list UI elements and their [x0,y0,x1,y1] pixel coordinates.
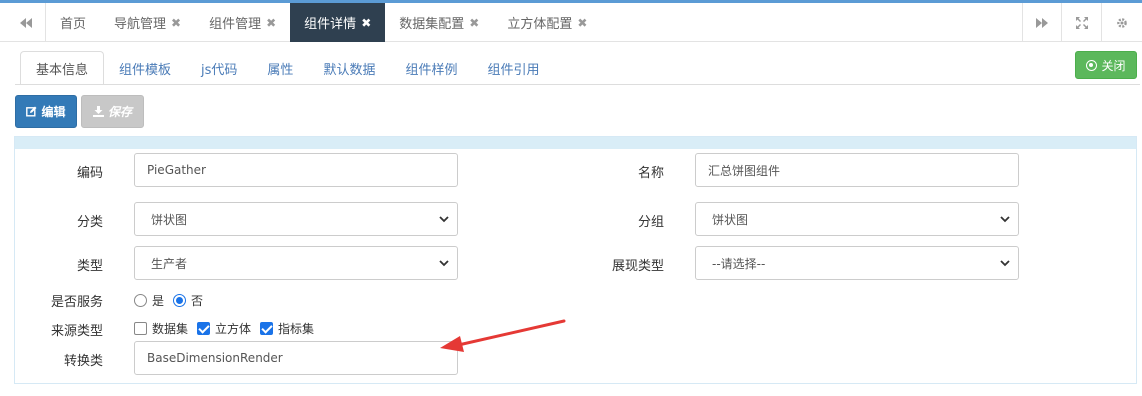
tab-home[interactable]: 首页 [46,3,100,42]
tab-component-template[interactable]: 组件模板 [104,51,186,85]
group-value: 饼状图 [712,212,749,227]
tab-label: 组件管理 [209,17,262,32]
chevron-down-icon [1000,215,1010,222]
close-button[interactable]: 关闭 [1075,51,1137,79]
group-label: 分组 [637,215,664,230]
type-select[interactable]: 生产者 [134,246,458,280]
source-type-label: 来源类型 [50,324,103,339]
display-type-label: 展现类型 [611,259,664,274]
tab-label: 导航管理 [114,17,167,32]
group-select[interactable]: 饼状图 [695,202,1019,236]
checkbox-indicator-set[interactable] [260,322,274,335]
edit-button[interactable]: 编辑 [15,95,77,128]
checkbox-indicator-set-label: 指标集 [278,322,315,336]
name-input[interactable]: 汇总饼图组件 [695,153,1019,187]
radio-no-label: 否 [191,294,204,308]
radio-no[interactable] [173,294,187,307]
category-select[interactable]: 饼状图 [134,202,458,236]
tab-label: 数据集配置 [399,17,465,32]
annotation-arrow [440,319,566,352]
divider [15,84,1140,85]
tab-basic-info[interactable]: 基本信息 [20,51,105,85]
close-icon[interactable]: ✖ [361,16,371,30]
page-tabs: 首页 导航管理 ✖ 组件管理 ✖ 组件详情 ✖ 数据集配置 ✖ 立方体配置 ✖ [46,3,601,42]
converter-label: 转换类 [63,354,103,369]
checkbox-dataset[interactable] [134,322,147,335]
double-right-icon[interactable] [1022,3,1062,42]
detail-tabs: 基本信息 组件模板 js代码 属性 默认数据 组件样例 组件引用 [20,51,554,85]
type-label: 类型 [76,259,103,274]
radio-yes-label: 是 [152,294,165,308]
tab-nav-manage[interactable]: 导航管理 ✖ [100,3,195,42]
tab-dataset-config[interactable]: 数据集配置 ✖ [385,3,493,42]
download-icon [92,106,104,117]
save-button-label: 保存 [107,105,132,119]
category-value: 饼状图 [151,212,188,227]
is-service-label: 是否服务 [50,295,103,310]
name-label: 名称 [637,166,664,181]
is-service-radio-group: 是 否 [134,292,212,309]
tab-properties[interactable]: 属性 [252,51,308,85]
edit-icon [26,106,37,117]
checkbox-dataset-label: 数据集 [152,322,189,336]
checkbox-cube[interactable] [197,322,211,335]
chevron-down-icon [439,215,449,222]
tab-default-data[interactable]: 默认数据 [308,51,390,85]
tab-label: 首页 [60,17,87,32]
code-label: 编码 [76,166,103,181]
chevron-down-icon [1000,259,1010,266]
close-icon[interactable]: ✖ [171,16,181,30]
category-label: 分类 [76,215,103,230]
close-icon[interactable]: ✖ [469,16,479,30]
converter-input[interactable]: BaseDimensionRender [134,341,458,375]
fullscreen-icon[interactable] [1062,3,1102,42]
type-value: 生产者 [151,256,188,271]
tab-component-detail[interactable]: 组件详情 ✖ [290,3,386,42]
close-button-label: 关闭 [1101,58,1126,73]
source-type-checkbox-group: 数据集 立方体 指标集 [134,320,323,337]
tab-js-code[interactable]: js代码 [186,51,252,85]
tab-cube-config[interactable]: 立方体配置 ✖ [493,3,601,42]
display-type-select[interactable]: --请选择-- [695,246,1019,280]
panel-header [15,137,1136,149]
edit-button-label: 编辑 [41,105,66,119]
display-type-value: --请选择-- [712,256,766,271]
close-icon[interactable]: ✖ [266,16,276,30]
top-tab-bar: 首页 导航管理 ✖ 组件管理 ✖ 组件详情 ✖ 数据集配置 ✖ 立方体配置 ✖ [0,0,1142,42]
save-button[interactable]: 保存 [81,95,144,128]
radio-yes[interactable] [134,294,147,307]
chevron-down-icon [439,259,449,266]
double-left-icon[interactable] [6,3,46,42]
tab-label: 组件详情 [304,17,357,32]
tab-label: 立方体配置 [507,17,573,32]
tab-component-sample[interactable]: 组件样例 [390,51,472,85]
checkbox-cube-label: 立方体 [215,322,252,336]
tab-component-manage[interactable]: 组件管理 ✖ [195,3,290,42]
close-circle-icon [1086,59,1098,71]
code-input[interactable]: PieGather [134,153,458,187]
tab-component-reference[interactable]: 组件引用 [472,51,554,85]
gear-icon[interactable] [1102,3,1142,42]
close-icon[interactable]: ✖ [577,16,587,30]
